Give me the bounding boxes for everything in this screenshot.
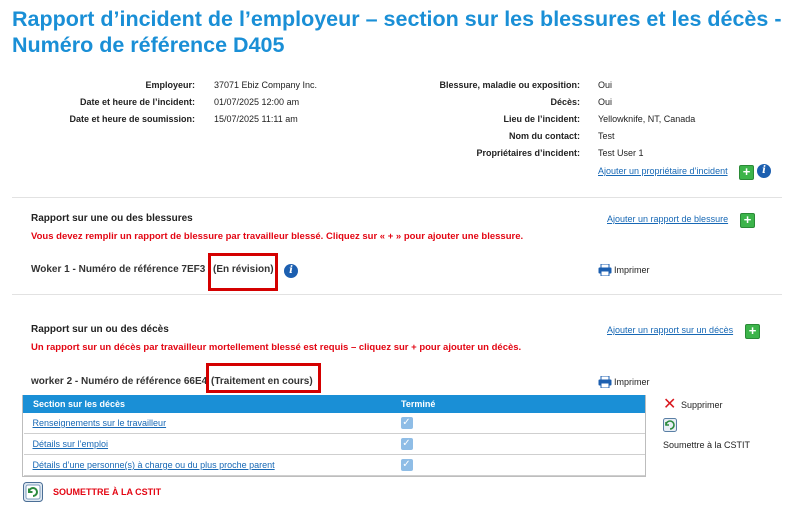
add-injury-report-link[interactable]: Ajouter un rapport de blessure (607, 214, 728, 224)
worker-2-label: worker 2 - Numéro de référence 66E4 (31, 376, 208, 387)
injury-illness-label: Blessure, maladie ou exposition: (439, 80, 580, 90)
incident-datetime-value: 01/07/2025 12:00 am (214, 97, 300, 107)
add-death-plus-icon[interactable]: + (745, 324, 760, 339)
death-value: Oui (598, 97, 613, 107)
print-worker-1-button[interactable] (598, 263, 612, 281)
contact-name-value: Test (598, 131, 615, 141)
delete-x-icon[interactable]: ✕ (663, 397, 676, 413)
divider (12, 197, 782, 198)
worker-1-info-icon[interactable]: i (284, 264, 298, 278)
submit-side-icon[interactable] (663, 418, 677, 437)
worker-information-link[interactable]: Renseignements sur le travailleur (33, 418, 167, 428)
death-sections-table: Section sur les décès Terminé Renseignem… (22, 395, 646, 477)
employer-value: 37071 Ebiz Company Inc. (214, 80, 318, 90)
incident-owners-value: Test User 1 (598, 148, 644, 158)
table-row: Renseignements sur le travailleur ✓ (23, 412, 645, 434)
add-owner-plus-icon[interactable]: + (739, 165, 754, 180)
employment-details-link[interactable]: Détails sur l’emploi (33, 439, 109, 449)
incident-owners-label: Propriétaires d’incident: (476, 148, 580, 158)
injury-section-title: Rapport sur une ou des blessures (31, 213, 193, 224)
death-label: Décès: (550, 97, 580, 107)
submit-button-icon[interactable] (23, 482, 43, 507)
dependents-details-link[interactable]: Détails d’une personne(s) à charge ou du… (33, 460, 275, 470)
submission-datetime-label: Date et heure de soumission: (69, 114, 195, 124)
add-incident-owner-link[interactable]: Ajouter un propriétaire d’incident (598, 166, 728, 176)
completed-checkbox: ✓ (400, 417, 413, 429)
delete-label[interactable]: Supprimer (681, 400, 723, 410)
employer-label: Employeur: (145, 80, 195, 90)
table-row: Détails d’une personne(s) à charge ou du… (23, 454, 645, 476)
column-header-done: Terminé (400, 395, 645, 413)
submission-datetime-value: 15/07/2025 11:11 am (214, 114, 298, 124)
incident-location-value: Yellowknife, NT, Canada (598, 114, 696, 124)
printer-icon (598, 375, 612, 389)
printer-icon (598, 263, 612, 277)
worker-2-status: (Traitement en cours) (211, 376, 313, 387)
submit-icon (663, 418, 677, 432)
print-worker-1-label[interactable]: Imprimer (614, 265, 650, 275)
page-title-line-2: Numéro de référence D405 (12, 33, 285, 57)
submit-side-label[interactable]: Soumettre à la CSTIT (663, 440, 750, 450)
submit-icon (23, 482, 43, 502)
table-row: Détails sur l’emploi ✓ (23, 433, 645, 455)
contact-name-label: Nom du contact: (509, 131, 580, 141)
completed-checkbox: ✓ (400, 459, 413, 471)
table-header-row: Section sur les décès Terminé (23, 395, 645, 413)
print-worker-2-button[interactable] (598, 375, 612, 393)
owner-info-icon[interactable]: i (757, 164, 771, 178)
add-death-report-link[interactable]: Ajouter un rapport sur un décès (607, 325, 733, 335)
death-section-title: Rapport sur un ou des décès (31, 324, 169, 335)
worker-1-status: (En révision) (213, 264, 274, 275)
divider (12, 294, 782, 295)
incident-datetime-label: Date et heure de l’incident: (79, 97, 195, 107)
completed-checkbox: ✓ (400, 438, 413, 450)
column-header-section: Section sur les décès (23, 395, 401, 413)
worker-1-label: Woker 1 - Numéro de référence 7EF3 (31, 264, 206, 275)
injury-illness-value: Oui (598, 80, 613, 90)
print-worker-2-label[interactable]: Imprimer (614, 377, 650, 387)
death-warning: Un rapport sur un décès par travailleur … (31, 342, 522, 353)
page-title: Rapport d’incident de l’employeur – sect… (12, 6, 792, 58)
submit-to-cstit-button[interactable]: SOUMETTRE À LA CSTIT (53, 487, 161, 497)
page-title-line-1: Rapport d’incident de l’employeur – sect… (12, 7, 782, 31)
injury-warning: Vous devez remplir un rapport de blessur… (31, 231, 524, 242)
incident-location-label: Lieu de l’incident: (503, 114, 580, 124)
add-injury-plus-icon[interactable]: + (740, 213, 755, 228)
